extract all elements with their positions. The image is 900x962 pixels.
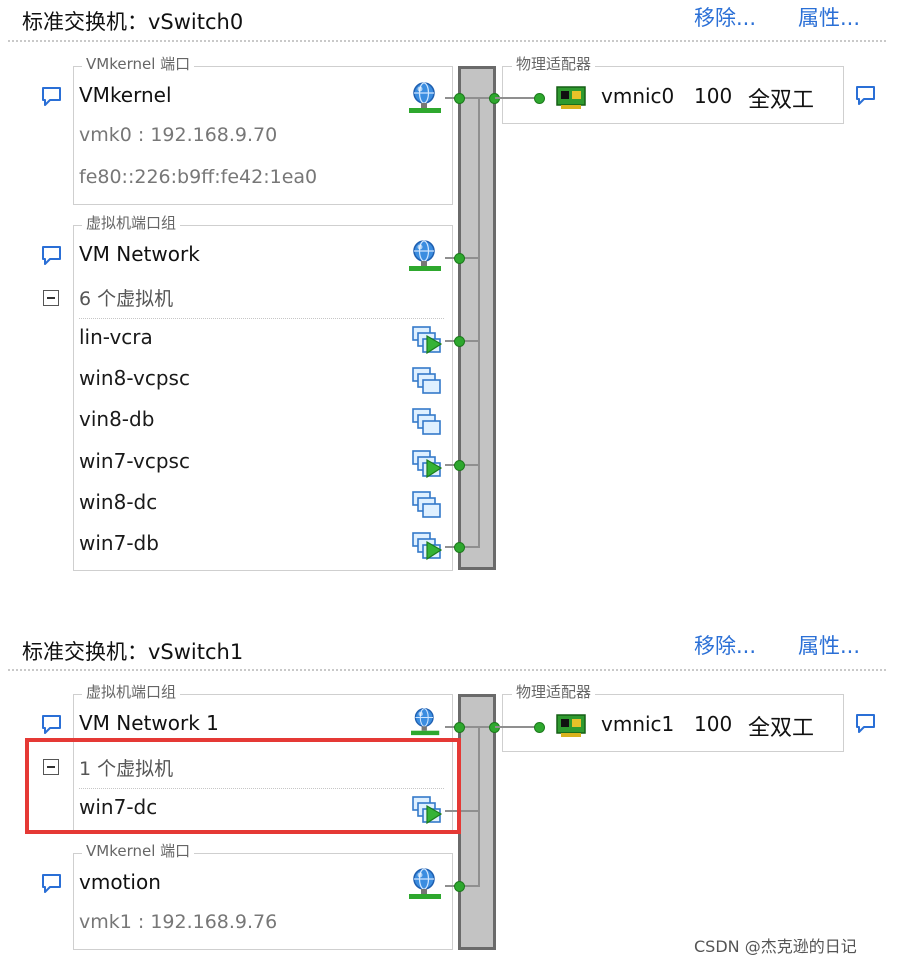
switch0-vm-group-legend: 虚拟机端口组 bbox=[82, 215, 181, 231]
port-dot bbox=[534, 93, 545, 104]
port-dot bbox=[534, 722, 545, 733]
network-card-icon bbox=[555, 83, 587, 111]
port-dot bbox=[454, 93, 465, 104]
connector-line bbox=[445, 97, 495, 99]
switch1-title: 标准交换机：vSwitch1 bbox=[22, 640, 244, 664]
switch1-uplink-bus bbox=[478, 727, 480, 887]
switch0-properties-link[interactable]: 属性... bbox=[798, 2, 860, 32]
switch1-header-divider bbox=[8, 669, 886, 671]
virtual-machine-icon bbox=[411, 490, 443, 520]
switch1-virtual-switch-bar bbox=[458, 694, 496, 950]
switch1-vm-network-name: VM Network 1 bbox=[79, 711, 219, 735]
vm-list-item[interactable]: lin-vcra bbox=[79, 325, 153, 349]
switch0-vmkernel-name: VMkernel bbox=[79, 83, 172, 107]
connector-line bbox=[445, 726, 495, 728]
vm-list-item[interactable]: win7-db bbox=[79, 531, 159, 555]
collapse-toggle-icon[interactable] bbox=[43, 290, 59, 306]
highlight-box bbox=[25, 738, 461, 834]
port-dot bbox=[454, 542, 465, 553]
virtual-machine-icon bbox=[411, 407, 443, 437]
switch1-adapter-legend: 物理适配器 bbox=[512, 684, 596, 700]
globe-network-icon[interactable] bbox=[407, 706, 445, 736]
switch0-adapter-legend: 物理适配器 bbox=[512, 56, 596, 72]
switch1-nic-duplex: 全双工 bbox=[748, 716, 815, 741]
port-dot bbox=[454, 336, 465, 347]
speech-bubble-icon[interactable] bbox=[855, 712, 877, 734]
globe-network-icon[interactable] bbox=[407, 238, 445, 272]
switch0-vm-count: 6 个虚拟机 bbox=[79, 288, 174, 310]
globe-network-icon[interactable] bbox=[407, 866, 445, 900]
virtual-machine-icon bbox=[411, 531, 443, 561]
switch1-vmkernel-ip: vmk1 : 192.168.9.76 bbox=[79, 911, 278, 933]
switch1-vm-group-legend: 虚拟机端口组 bbox=[82, 684, 181, 700]
switch0-nic-name: vmnic0 bbox=[601, 84, 675, 108]
switch1-remove-link[interactable]: 移除... bbox=[694, 630, 756, 660]
vm-list-item[interactable]: win7-vcpsc bbox=[79, 449, 190, 473]
switch0-virtual-switch-bar bbox=[458, 66, 496, 570]
vm-list-item[interactable]: win8-dc bbox=[79, 490, 157, 514]
speech-bubble-icon[interactable] bbox=[41, 713, 63, 735]
port-dot bbox=[454, 460, 465, 471]
globe-network-icon[interactable] bbox=[407, 80, 445, 114]
port-dot bbox=[454, 881, 465, 892]
switch0-nic-speed: 100 bbox=[694, 84, 733, 108]
vm-list-item[interactable]: vin8-db bbox=[79, 407, 154, 431]
switch0-uplink-bus bbox=[478, 98, 480, 548]
speech-bubble-icon[interactable] bbox=[41, 872, 63, 894]
network-card-icon bbox=[555, 711, 587, 739]
switch1-nic-name: vmnic1 bbox=[601, 712, 675, 736]
switch0-vm-network-name: VM Network bbox=[79, 242, 200, 266]
port-dot bbox=[454, 722, 465, 733]
virtual-machine-icon bbox=[411, 366, 443, 396]
switch0-nic-duplex: 全双工 bbox=[748, 88, 815, 113]
virtual-machine-icon bbox=[411, 449, 443, 479]
switch0-vmkernel-ip: vmk0 : 192.168.9.70 bbox=[79, 124, 278, 146]
watermark: CSDN @杰克逊的日记 bbox=[694, 937, 857, 956]
switch1-vmkernel-name: vmotion bbox=[79, 870, 161, 894]
vm-list-divider bbox=[79, 318, 444, 319]
port-dot bbox=[454, 253, 465, 264]
switch0-vm-group bbox=[73, 225, 453, 571]
switch1-properties-link[interactable]: 属性... bbox=[798, 630, 860, 660]
switch1-nic-speed: 100 bbox=[694, 712, 733, 736]
switch0-vmkernel-legend: VMkernel 端口 bbox=[82, 56, 195, 72]
switch0-title: 标准交换机：vSwitch0 bbox=[22, 10, 244, 34]
switch1-vmkernel-legend: VMkernel 端口 bbox=[82, 843, 195, 859]
speech-bubble-icon[interactable] bbox=[41, 244, 63, 266]
switch0-header-divider bbox=[8, 40, 886, 42]
switch1-vmkernel-group bbox=[73, 853, 453, 950]
speech-bubble-icon[interactable] bbox=[41, 85, 63, 107]
switch0-remove-link[interactable]: 移除... bbox=[694, 2, 756, 32]
speech-bubble-icon[interactable] bbox=[855, 84, 877, 106]
switch0-vmkernel-ipv6: fe80::226:b9ff:fe42:1ea0 bbox=[79, 166, 318, 188]
vm-list-item[interactable]: win8-vcpsc bbox=[79, 366, 190, 390]
virtual-machine-icon bbox=[411, 325, 443, 355]
